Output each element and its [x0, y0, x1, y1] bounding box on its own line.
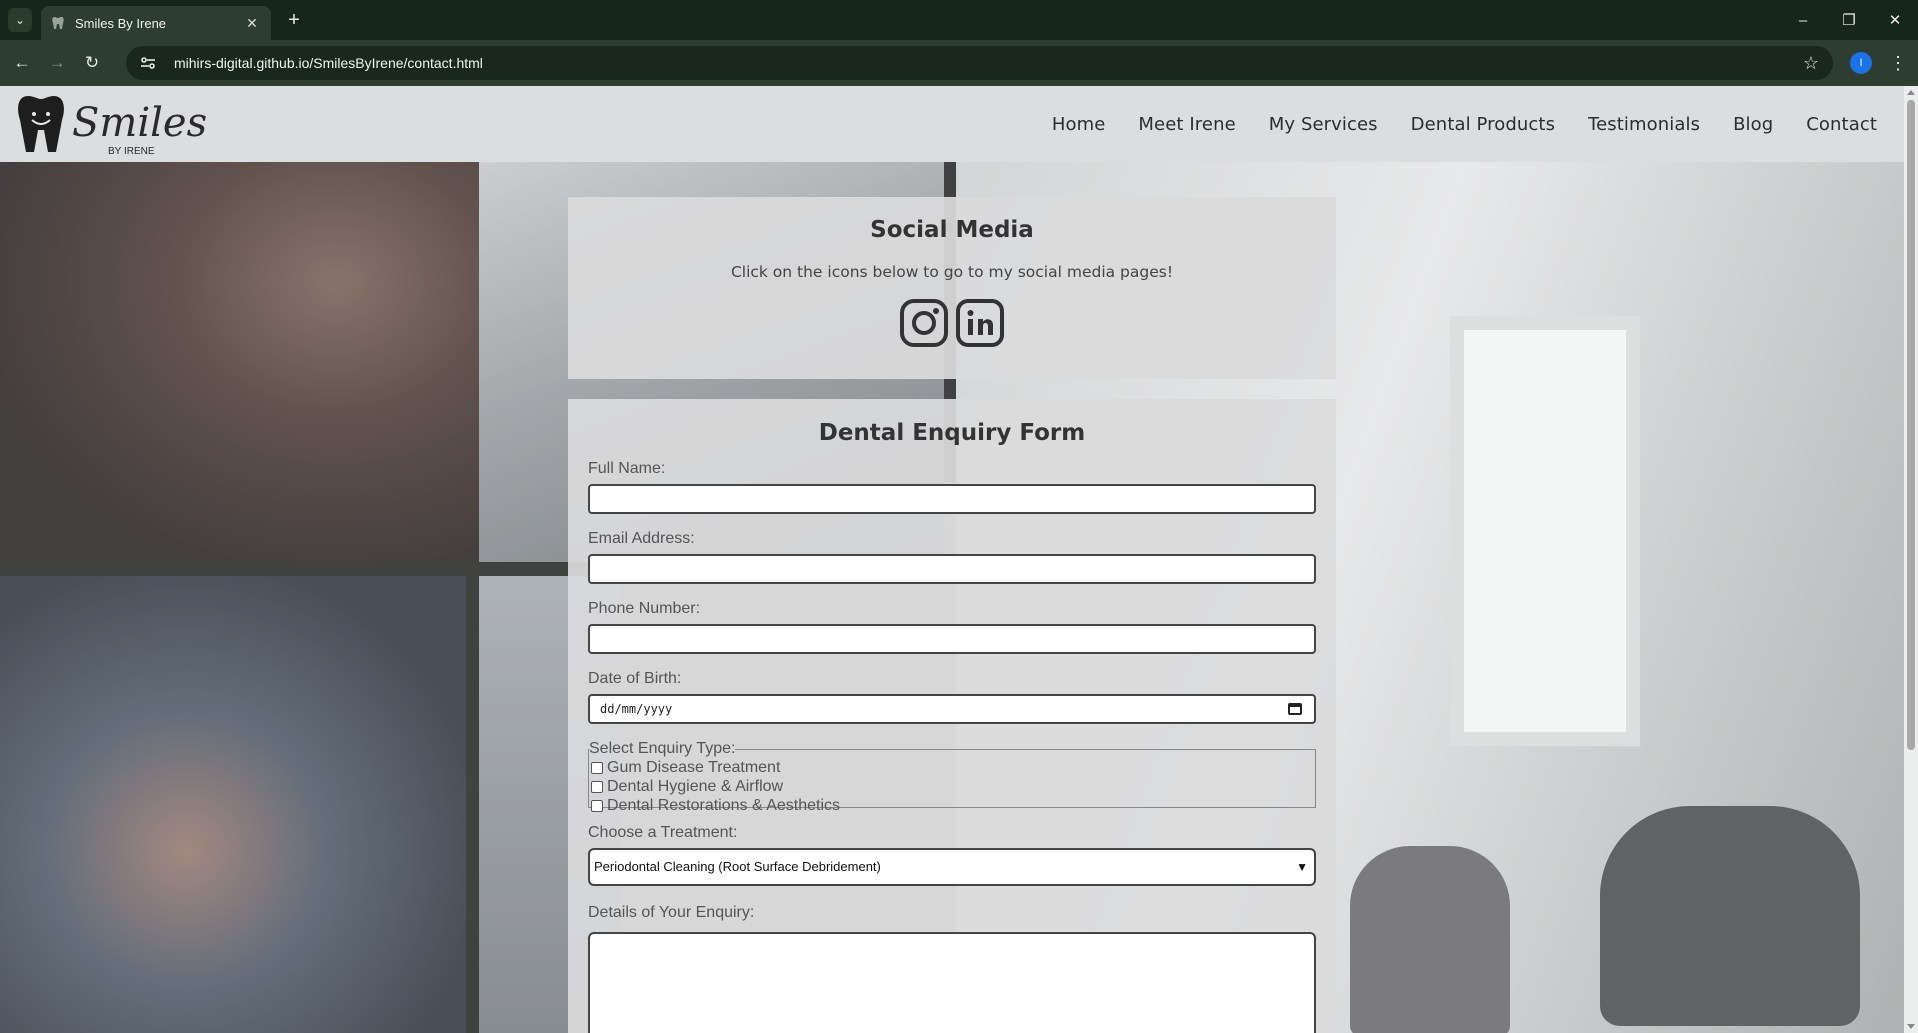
reload-icon: ↻ [84, 53, 100, 72]
browser-tab-bar: ⌄ Smiles By Irene ✕ + – ❐ ✕ [0, 0, 1918, 40]
phone-label: Phone Number: [588, 600, 701, 617]
plus-icon: + [288, 8, 300, 31]
site-info-icon[interactable] [140, 56, 158, 70]
restore-icon: ❐ [1842, 12, 1856, 29]
checkbox[interactable] [591, 799, 603, 812]
tab-title: Smiles By Irene [75, 15, 167, 31]
email-label: Email Address: [588, 530, 695, 547]
address-bar[interactable]: mihirs-digital.github.io/SmilesByIrene/c… [126, 46, 1833, 80]
scroll-up-arrow-icon[interactable] [1907, 90, 1915, 95]
nav-my-services[interactable]: My Services [1269, 114, 1378, 135]
enquiry-type-option[interactable]: Dental Restorations & Aesthetics [589, 796, 1315, 815]
calendar-icon[interactable] [1288, 703, 1302, 715]
social-media-panel: Social Media Click on the icons below to… [568, 197, 1336, 379]
checkbox[interactable] [591, 761, 603, 774]
details-label: Details of Your Enquiry: [588, 904, 755, 921]
profile-avatar[interactable]: I [1850, 52, 1872, 74]
scrollbar-thumb[interactable] [1907, 100, 1915, 750]
nav-testimonials[interactable]: Testimonials [1588, 114, 1700, 135]
close-icon[interactable]: ✕ [243, 15, 261, 32]
page-viewport: Smiles BY IRENE Home Meet Irene My Servi… [0, 86, 1918, 1033]
reload-button[interactable]: ↻ [80, 51, 104, 75]
restore-button[interactable]: ❐ [1826, 0, 1872, 40]
forward-button[interactable]: → [45, 51, 69, 75]
tab-search-button[interactable]: ⌄ [8, 8, 32, 32]
browser-toolbar: ← → ↻ mihirs-digital.github.io/SmilesByI… [0, 40, 1918, 86]
full-name-label: Full Name: [588, 460, 666, 477]
site-header: Smiles BY IRENE Home Meet Irene My Servi… [0, 86, 1904, 162]
minimize-button[interactable]: – [1780, 0, 1826, 40]
nav-blog[interactable]: Blog [1733, 114, 1773, 135]
scroll-down-arrow-icon[interactable] [1907, 1024, 1915, 1029]
nav-contact[interactable]: Contact [1806, 114, 1877, 135]
enquiry-form-panel: Dental Enquiry Form Full Name: Email Add… [568, 399, 1336, 1033]
close-icon: ✕ [1888, 12, 1902, 29]
social-icons [568, 298, 1336, 348]
enquiry-type-fieldset: Select Enquiry Type: Gum Disease Treatme… [588, 740, 1316, 814]
social-media-subtext: Click on the icons below to go to my soc… [730, 263, 1174, 281]
browser-tab[interactable]: Smiles By Irene ✕ [41, 6, 271, 40]
enquiry-type-label: Gum Disease Treatment [607, 758, 781, 776]
enquiry-type-legend: Select Enquiry Type: [589, 740, 736, 757]
minimize-icon: – [1798, 11, 1808, 29]
enquiry-type-option[interactable]: Dental Hygiene & Airflow [589, 777, 1315, 796]
treatment-label: Choose a Treatment: [588, 824, 738, 841]
dob-label: Date of Birth: [588, 670, 682, 687]
enquiry-type-label: Dental Hygiene & Airflow [607, 777, 784, 795]
full-name-input[interactable] [588, 484, 1316, 514]
enquiry-type-option[interactable]: Gum Disease Treatment [589, 758, 1315, 777]
main-nav: Home Meet Irene My Services Dental Produ… [1019, 86, 1877, 162]
phone-input[interactable] [588, 624, 1316, 654]
enquiry-form-heading: Dental Enquiry Form [818, 420, 1086, 446]
logo-wordmark: Smiles [72, 100, 207, 146]
nav-meet-irene[interactable]: Meet Irene [1138, 114, 1235, 135]
chevron-down-icon: ▼ [1296, 860, 1308, 874]
dob-input[interactable]: dd/mm/yyyy [588, 694, 1316, 724]
email-input[interactable] [588, 554, 1316, 584]
window-controls: – ❐ ✕ [1780, 0, 1918, 40]
smiles-by-irene-logo[interactable]: Smiles BY IRENE [16, 90, 221, 158]
browser-menu-icon[interactable]: ⋮ [1888, 51, 1908, 75]
close-window-button[interactable]: ✕ [1872, 0, 1918, 40]
details-textarea[interactable] [588, 932, 1316, 1033]
nav-dental-products[interactable]: Dental Products [1411, 114, 1555, 135]
page-scrollbar[interactable] [1904, 86, 1918, 1033]
tooth-favicon-icon [51, 16, 65, 30]
enquiry-type-label: Dental Restorations & Aesthetics [607, 796, 841, 814]
back-button[interactable]: ← [10, 51, 34, 75]
url-text: mihirs-digital.github.io/SmilesByIrene/c… [174, 55, 483, 71]
bookmark-star-icon[interactable]: ☆ [1803, 53, 1819, 74]
social-media-heading: Social Media [870, 217, 1034, 243]
nav-home[interactable]: Home [1052, 114, 1106, 135]
instagram-icon[interactable] [899, 298, 949, 348]
dob-placeholder: dd/mm/yyyy [600, 702, 673, 716]
linkedin-icon[interactable] [955, 298, 1005, 348]
arrow-left-icon: ← [13, 53, 31, 72]
new-tab-button[interactable]: + [282, 8, 306, 32]
arrow-right-icon: → [48, 53, 66, 72]
treatment-select[interactable]: Periodontal Cleaning (Root Surface Debri… [588, 848, 1316, 886]
logo-subtext: BY IRENE [108, 146, 155, 157]
treatment-selected-value: Periodontal Cleaning (Root Surface Debri… [594, 859, 881, 874]
chevron-down-icon: ⌄ [14, 13, 26, 27]
checkbox[interactable] [591, 780, 603, 793]
